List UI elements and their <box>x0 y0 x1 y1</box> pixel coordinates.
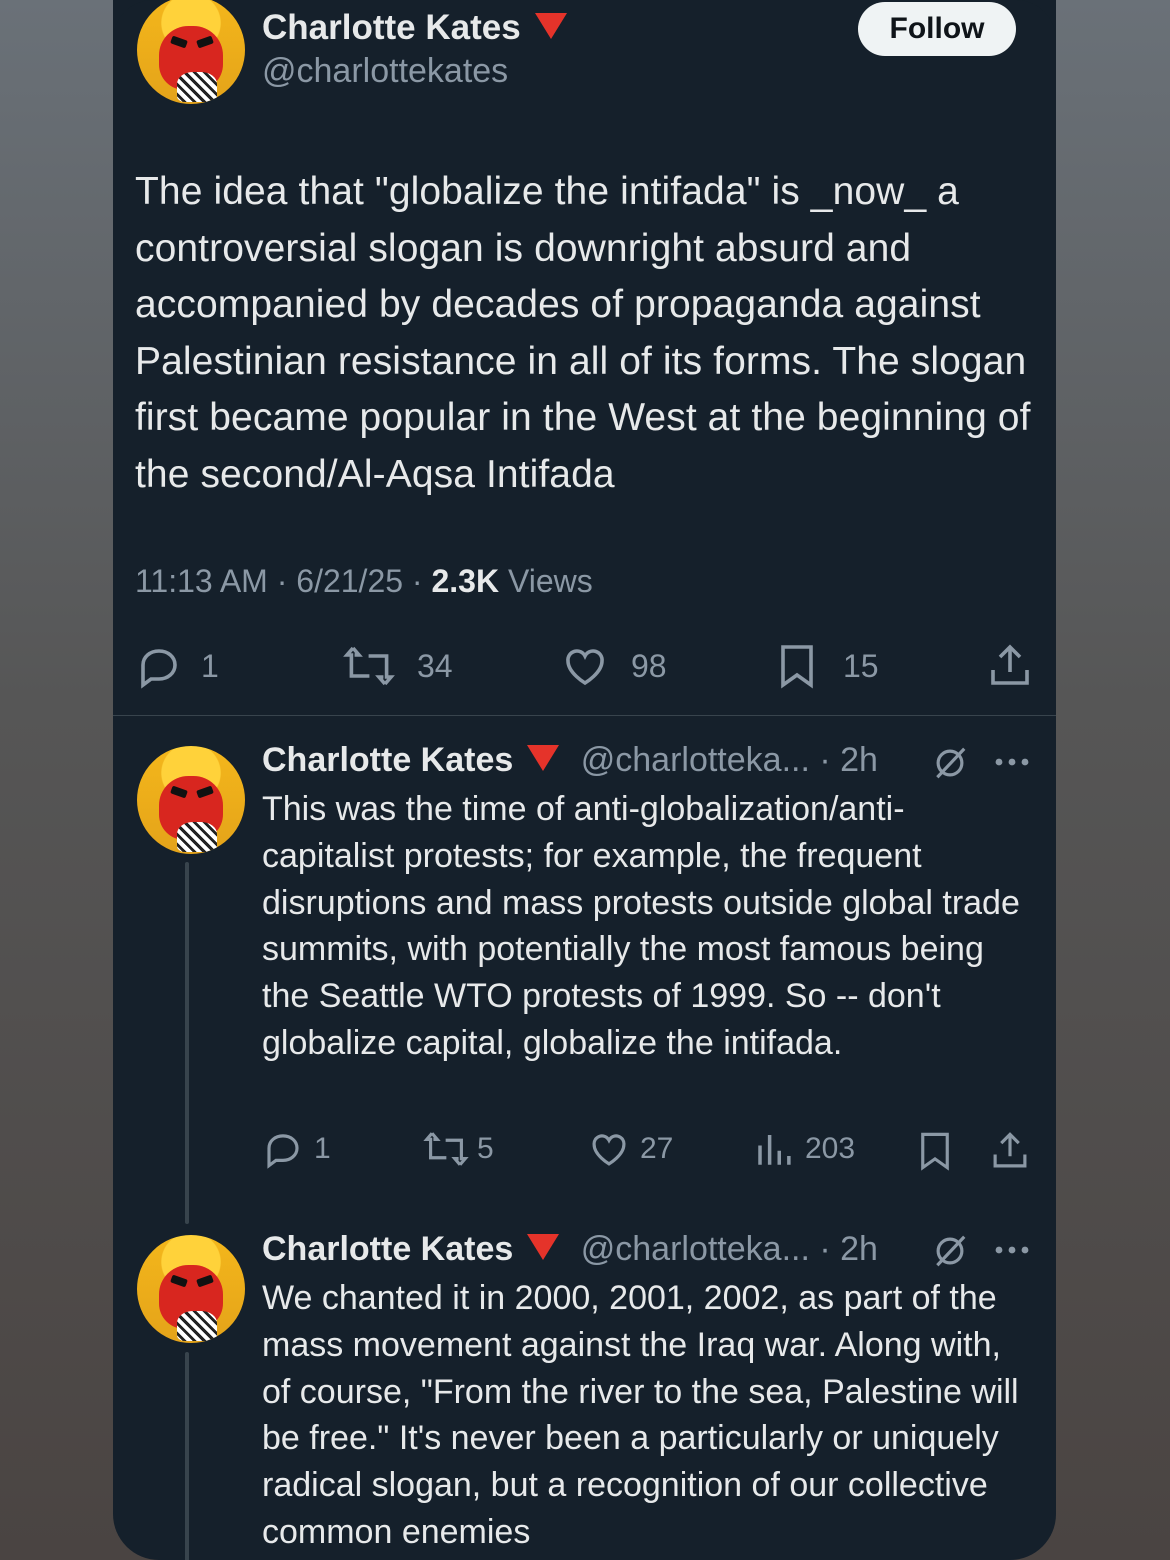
reply-text: We chanted it in 2000, 2001, 2002, as pa… <box>262 1279 1019 1551</box>
repost-count: 5 <box>477 1132 494 1165</box>
like-count: 98 <box>631 647 667 684</box>
share-icon <box>991 644 1029 685</box>
avatar-scarf <box>177 72 217 102</box>
like-count: 27 <box>640 1132 674 1165</box>
share-button[interactable] <box>986 642 1034 690</box>
views-count: 203 <box>805 1132 856 1165</box>
like-button[interactable]: 27 <box>588 1128 673 1170</box>
separator-dot: · <box>809 1230 841 1268</box>
red-triangle-icon <box>534 12 567 39</box>
divider <box>113 715 1056 716</box>
bookmark-icon[interactable] <box>915 1130 955 1172</box>
repost-count: 34 <box>417 647 453 684</box>
bookmark-button[interactable]: 15 <box>775 642 879 690</box>
repost-button[interactable]: 5 <box>423 1128 494 1170</box>
avatar-scarf <box>177 822 217 852</box>
avatar-scarf <box>177 1311 217 1341</box>
tweet-date[interactable]: 6/21/25 <box>296 563 403 599</box>
tweet-text: The idea that "globalize the intifada" i… <box>135 170 1031 496</box>
reply-header: Charlotte Kates @charlotteka... · 2h <box>262 1230 878 1269</box>
reply-author-name[interactable]: Charlotte Kates <box>262 1230 513 1268</box>
like-button[interactable]: 98 <box>561 642 667 690</box>
reply-avatar[interactable] <box>135 1233 247 1345</box>
repost-button[interactable]: 34 <box>343 642 453 690</box>
thread-line <box>185 862 189 1224</box>
grok-icon[interactable] <box>931 1232 969 1270</box>
grok-icon[interactable] <box>931 744 969 782</box>
views-count: 2.3K <box>431 563 500 599</box>
repost-icon <box>343 646 395 686</box>
reply-icon <box>267 1134 299 1169</box>
author-avatar[interactable] <box>135 0 247 106</box>
reply-avatar[interactable] <box>135 744 247 856</box>
reply-icon <box>141 649 177 689</box>
bookmark-icon <box>781 645 813 689</box>
tweet-card: Charlotte Kates @charlottekates Follow T… <box>113 0 1056 1560</box>
author-name[interactable]: Charlotte Kates <box>262 8 521 47</box>
thread-line <box>185 1352 189 1560</box>
views-label: Views <box>507 563 593 599</box>
views-icon <box>758 1135 791 1165</box>
author-name-row: Charlotte Kates <box>262 8 567 48</box>
reply-count: 1 <box>201 647 219 684</box>
more-icon[interactable] <box>993 1240 1033 1260</box>
red-triangle-icon <box>527 745 560 772</box>
reply-header: Charlotte Kates @charlotteka... · 2h <box>262 741 878 780</box>
red-triangle-icon <box>527 1234 560 1261</box>
tweet-time[interactable]: 11:13 AM <box>135 563 268 599</box>
share-icon[interactable] <box>989 1130 1031 1172</box>
like-icon <box>566 649 604 686</box>
reply-age[interactable]: 2h <box>840 1230 878 1268</box>
reply-button[interactable]: 1 <box>262 1128 331 1170</box>
reply-count: 1 <box>314 1132 331 1165</box>
separator-dot: · <box>809 741 841 779</box>
tweet-actions: 1 34 98 15 <box>113 636 1056 696</box>
like-icon <box>592 1134 626 1166</box>
reply-age[interactable]: 2h <box>840 741 878 779</box>
repost-icon <box>423 1132 469 1166</box>
tweet-meta: 11:13 AM · 6/21/25 · 2.3K Views <box>135 563 593 599</box>
follow-button[interactable]: Follow <box>858 2 1016 56</box>
author-handle[interactable]: @charlottekates <box>262 52 508 91</box>
views-button[interactable]: 203 <box>753 1128 855 1170</box>
bookmark-count: 15 <box>843 647 879 684</box>
reply-handle[interactable]: @charlotteka... <box>581 1230 810 1268</box>
reply-button[interactable]: 1 <box>135 642 219 690</box>
more-icon[interactable] <box>993 752 1033 772</box>
reply-text: This was the time of anti-globalization/… <box>262 790 1020 1062</box>
reply-handle[interactable]: @charlotteka... <box>581 741 810 779</box>
reply-author-name[interactable]: Charlotte Kates <box>262 741 513 779</box>
